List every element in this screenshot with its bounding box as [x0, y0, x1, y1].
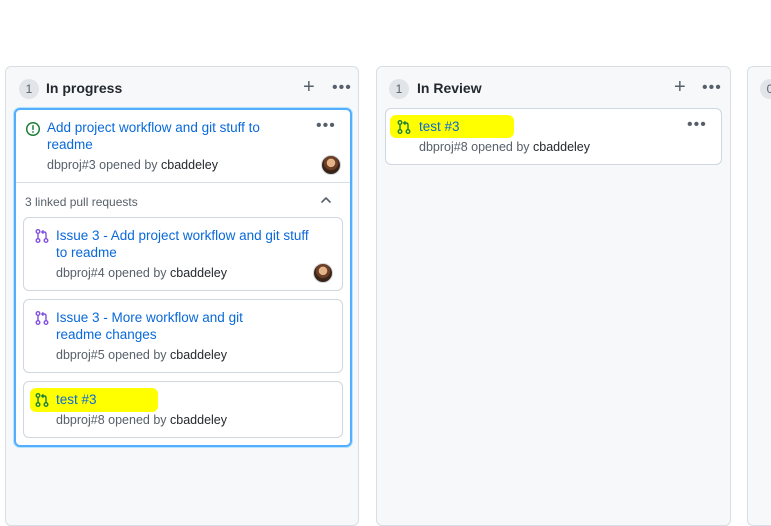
add-item-icon[interactable]: +: [674, 75, 686, 99]
column-in-review: 1 In Review + ••• test #3 ••• dbproj#8 o…: [376, 66, 731, 526]
column-header: 1 In Review + •••: [377, 67, 730, 109]
pr-title-link[interactable]: test #3: [419, 118, 539, 135]
issue-card[interactable]: Add project workflow and git stuff to re…: [14, 108, 352, 447]
issue-title-link[interactable]: Add project workflow and git stuff to re…: [47, 119, 307, 153]
issue-opened-icon: [25, 121, 41, 137]
column-in-progress: 1 In progress + ••• Add project workflow…: [5, 66, 359, 526]
pr-meta: dbproj#8 opened by cbaddeley: [56, 413, 227, 427]
card-menu-icon[interactable]: •••: [687, 117, 707, 133]
pr-meta: dbproj#5 opened by cbaddeley: [56, 348, 227, 362]
author-name[interactable]: cbaddeley: [170, 266, 227, 280]
column-header: 1 In progress + •••: [6, 67, 358, 109]
item-count-badge: 1: [389, 79, 409, 99]
pull-request-icon: [35, 229, 49, 243]
author-avatar[interactable]: [313, 263, 333, 283]
item-count-badge: 1: [19, 79, 39, 99]
linked-pr-card[interactable]: Issue 3 - Add project workflow and git s…: [23, 217, 343, 291]
opened-by-text: opened by: [108, 266, 167, 280]
pr-meta: dbproj#8 opened by cbaddeley: [419, 140, 590, 154]
linked-prs-label: 3 linked pull requests: [25, 195, 138, 209]
pr-title-link[interactable]: Issue 3 - Add project workflow and git s…: [56, 227, 311, 261]
pr-meta: dbproj#4 opened by cbaddeley: [56, 266, 227, 280]
pull-request-icon: [35, 393, 49, 407]
pull-request-icon: [397, 120, 411, 134]
pr-ref[interactable]: dbproj#8: [419, 140, 468, 154]
add-item-icon[interactable]: +: [303, 75, 315, 99]
column-partial: 0: [747, 66, 771, 526]
opened-by-text: opened by: [108, 413, 167, 427]
pr-title-link[interactable]: Issue 3 - More workflow and git readme c…: [56, 309, 276, 343]
column-menu-icon[interactable]: •••: [332, 80, 352, 96]
author-name[interactable]: cbaddeley: [533, 140, 590, 154]
item-count-badge: 0: [760, 79, 771, 99]
pr-ref[interactable]: dbproj#5: [56, 348, 105, 362]
card-divider: [16, 182, 350, 183]
author-avatar[interactable]: [321, 155, 341, 175]
author-name[interactable]: cbaddeley: [161, 158, 218, 172]
column-menu-icon[interactable]: •••: [702, 80, 722, 96]
linked-pr-card[interactable]: Issue 3 - More workflow and git readme c…: [23, 299, 343, 373]
column-title: In progress: [46, 80, 123, 96]
opened-by-text: opened by: [99, 158, 158, 172]
opened-by-text: opened by: [108, 348, 167, 362]
pr-ref[interactable]: dbproj#4: [56, 266, 105, 280]
author-name[interactable]: cbaddeley: [170, 348, 227, 362]
opened-by-text: opened by: [471, 140, 530, 154]
author-name[interactable]: cbaddeley: [170, 413, 227, 427]
pull-request-icon: [35, 311, 49, 325]
pr-ref[interactable]: dbproj#8: [56, 413, 105, 427]
pr-title-link[interactable]: test #3: [56, 391, 176, 408]
issue-meta: dbproj#3 opened by cbaddeley: [47, 158, 218, 172]
card-menu-icon[interactable]: •••: [316, 118, 336, 134]
column-title: In Review: [417, 80, 482, 96]
pr-card[interactable]: test #3 ••• dbproj#8 opened by cbaddeley: [385, 108, 722, 165]
issue-ref[interactable]: dbproj#3: [47, 158, 96, 172]
linked-pr-card[interactable]: test #3 dbproj#8 opened by cbaddeley: [23, 381, 343, 438]
chevron-up-icon[interactable]: [319, 193, 333, 207]
